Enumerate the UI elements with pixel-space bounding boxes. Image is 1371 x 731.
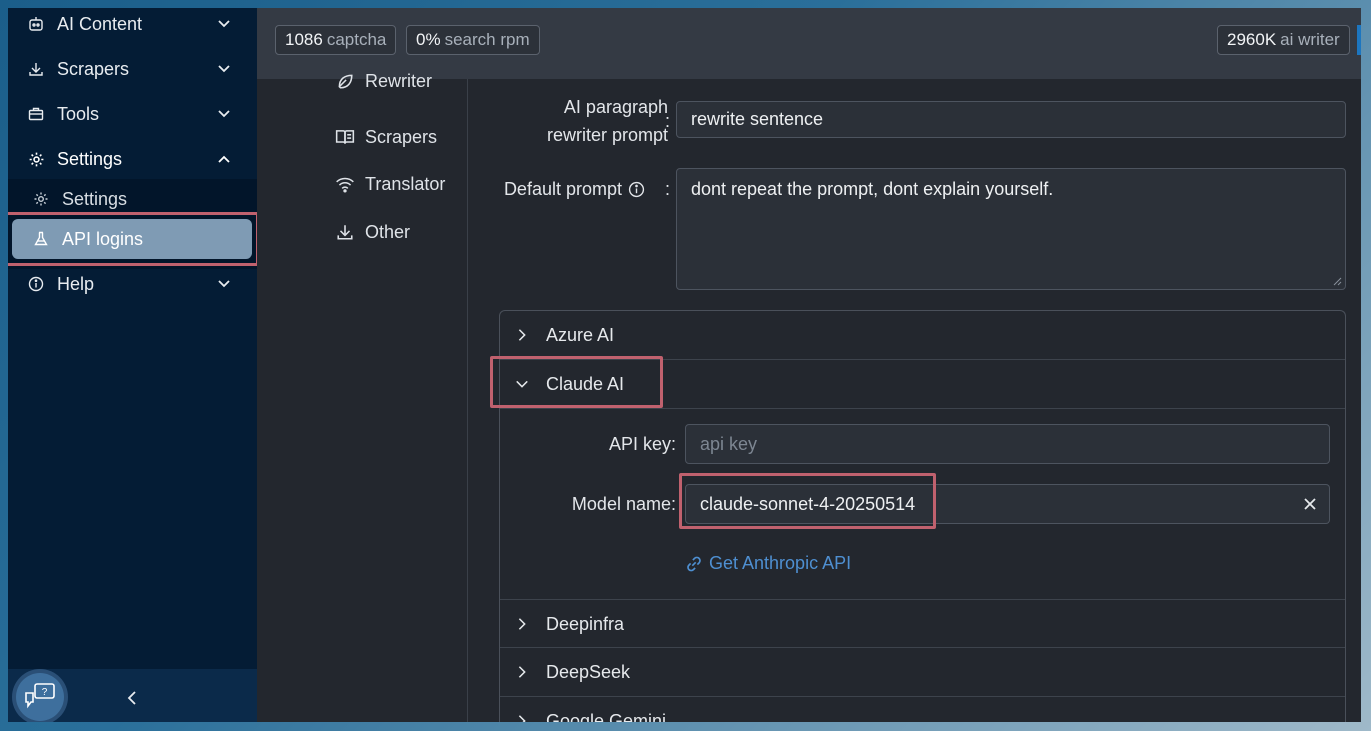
rpm-unit: search rpm <box>444 30 530 49</box>
accordion-title: Google Gemini <box>546 710 667 723</box>
settings-nav-label: Rewriter <box>365 70 433 91</box>
topbar-edge <box>1357 25 1361 55</box>
sidebar-item-scrapers[interactable]: Scrapers <box>8 49 257 89</box>
accordion-google-gemini[interactable]: Google Gemini <box>500 697 1345 722</box>
settings-nav-label: Other <box>365 221 411 242</box>
app-window: AI Content Scrapers Tools Settings Setti… <box>8 8 1361 722</box>
chevron-up-icon <box>218 155 230 163</box>
gear-icon <box>32 190 50 208</box>
robot-icon <box>27 15 45 33</box>
sidebar-subitem-settings[interactable]: Settings <box>8 179 257 219</box>
sidebar-item-label: Tools <box>57 103 100 124</box>
chevron-down-icon <box>218 280 230 288</box>
settings-nav-label: Scrapers <box>365 126 438 147</box>
svg-text:?: ? <box>42 687 48 698</box>
accordion-title: DeepSeek <box>546 661 631 682</box>
chat-help-button[interactable]: ? <box>16 673 64 721</box>
info-icon[interactable] <box>628 181 645 198</box>
sidebar-subitem-label: API logins <box>62 228 144 249</box>
captcha-value: 1086 <box>285 30 323 49</box>
download-icon <box>335 222 355 242</box>
accordion-title: Azure AI <box>546 324 615 345</box>
default-prompt-label-text: Default prompt <box>503 179 622 199</box>
ai-writer-value: 2960K <box>1227 30 1277 49</box>
default-prompt-value: dont repeat the prompt, dont explain you… <box>691 179 1054 199</box>
briefcase-icon <box>27 105 45 123</box>
paragraph-prompt-label: AI paragraph rewriter prompt <box>497 93 668 149</box>
accordion-deepseek[interactable]: DeepSeek <box>500 648 1345 696</box>
chevron-right-icon <box>518 329 526 341</box>
clear-model-button[interactable] <box>1290 484 1330 524</box>
model-name-input[interactable]: claude-sonnet-4-20250514 <box>685 484 1291 524</box>
rpm-value: 0% <box>416 30 441 49</box>
ai-writer-stat: 2960K ai writer <box>1217 25 1350 55</box>
colon: : <box>664 179 670 199</box>
flask-icon <box>32 230 50 248</box>
model-name-value: claude-sonnet-4-20250514 <box>700 493 916 514</box>
captcha-stat: 1086 captcha <box>275 25 397 55</box>
sidebar-item-label: Help <box>57 273 95 294</box>
sidebar-item-ai-content[interactable]: AI Content <box>8 8 257 44</box>
settings-nav-scrapers[interactable]: Scrapers <box>335 125 437 149</box>
accordion-azure-ai[interactable]: Azure AI <box>500 311 1345 359</box>
sidebar-item-help[interactable]: Help <box>8 264 257 304</box>
close-icon <box>1303 498 1316 510</box>
main-content: Rewriter Scrapers Translator Other AI pa… <box>257 71 1361 722</box>
leaf-icon <box>335 71 355 91</box>
ai-writer-unit: ai writer <box>1280 30 1340 49</box>
sidebar-subitem-label: Settings <box>62 188 128 209</box>
api-key-input[interactable]: api key <box>685 424 1330 464</box>
link-text: Get Anthropic API <box>709 553 852 573</box>
default-prompt-textarea[interactable]: dont repeat the prompt, dont explain you… <box>676 168 1346 290</box>
api-accordion: Azure AI Claude AI API key: api key Mode… <box>490 310 1346 722</box>
paragraph-label-line1: AI paragraph <box>563 97 668 117</box>
get-anthropic-api-link[interactable]: Get Anthropic API <box>685 553 851 574</box>
chevron-right-icon <box>518 618 526 630</box>
chevron-down-icon <box>218 20 230 28</box>
paragraph-label-line2: rewriter prompt <box>546 125 668 145</box>
chevron-down-icon <box>218 110 230 118</box>
gear-icon <box>27 150 45 168</box>
accordion-title: Claude AI <box>546 373 625 394</box>
accordion-claude-ai[interactable]: Claude AI <box>500 360 1345 408</box>
settings-nav: Rewriter Scrapers Translator Other <box>257 71 468 722</box>
default-prompt-label: Default prompt <box>497 175 645 203</box>
sidebar: AI Content Scrapers Tools Settings Setti… <box>8 8 259 722</box>
wifi-icon <box>335 174 355 194</box>
settings-nav-translator[interactable]: Translator <box>335 172 445 196</box>
paragraph-prompt-value: rewrite sentence <box>691 109 824 129</box>
chevron-down-icon <box>516 380 528 388</box>
sidebar-item-label: Settings <box>57 148 123 169</box>
settings-nav-rewriter[interactable]: Rewriter <box>335 69 432 93</box>
paragraph-prompt-input[interactable]: rewrite sentence <box>676 101 1346 138</box>
sidebar-item-settings[interactable]: Settings <box>8 139 257 179</box>
accordion-deepinfra[interactable]: Deepinfra <box>500 600 1345 648</box>
api-key-label-text: API key <box>608 434 671 454</box>
collapse-sidebar-icon[interactable] <box>124 690 140 706</box>
book-icon <box>335 127 355 147</box>
settings-nav-other[interactable]: Other <box>335 220 410 244</box>
settings-nav-label: Translator <box>365 173 446 194</box>
chevron-right-icon <box>518 666 526 678</box>
model-name-label-text: Model name <box>571 494 671 514</box>
rpm-stat: 0% search rpm <box>406 25 540 55</box>
accordion-title: Deepinfra <box>546 613 625 634</box>
sidebar-subitem-api-logins[interactable]: API logins <box>8 219 257 259</box>
api-key-label: API key: <box>608 434 676 454</box>
model-name-label: Model name: <box>571 494 676 514</box>
chevron-down-icon <box>218 65 230 73</box>
chat-question-icon: ? <box>25 683 55 709</box>
divider <box>500 408 1345 409</box>
resize-grip-icon[interactable] <box>1332 276 1342 286</box>
sidebar-item-tools[interactable]: Tools <box>8 94 257 134</box>
sidebar-item-label: AI Content <box>57 13 143 34</box>
captcha-unit: captcha <box>326 30 387 49</box>
download-icon <box>27 60 45 78</box>
info-icon <box>27 275 45 293</box>
colon: : <box>664 111 670 131</box>
api-key-placeholder: api key <box>700 433 758 454</box>
link-icon <box>687 556 701 571</box>
chevron-right-icon <box>518 715 526 722</box>
sidebar-item-label: Scrapers <box>57 58 130 79</box>
